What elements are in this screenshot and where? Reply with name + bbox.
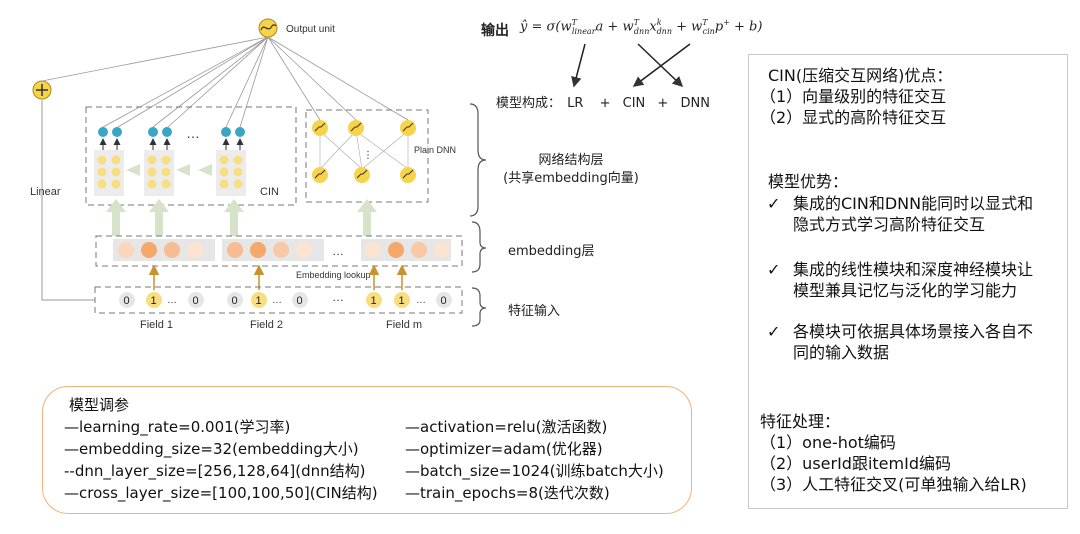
param-item: —embedding_size=32(embedding大小): [64, 440, 359, 458]
param-item: —cross_layer_size=[100,100,50](CIN结构): [64, 484, 378, 502]
lr-term: LR: [567, 96, 584, 111]
feature-point: （3）人工特征交叉(可单独输入给LR): [760, 475, 1027, 494]
hyperparameter-box: 模型调参 —learning_rate=0.001(学习率) —embeddin…: [42, 386, 692, 514]
formula-arrows: [571, 43, 691, 88]
feature-point: （1）one-hot编码: [760, 433, 896, 452]
svg-text:⋮: ⋮: [363, 150, 373, 161]
advantage-item: ✓ 集成的CIN和DNN能同时以显式和隐式方式学习高阶特征交互: [767, 194, 1034, 234]
param-item: --dnn_layer_size=[256,128,64](dnn结构): [64, 462, 366, 480]
tuning-title: 模型调参: [69, 396, 130, 414]
output-connections: [41, 36, 409, 128]
svg-text:0: 0: [193, 295, 199, 307]
plain-dnn-label: Plain DNN: [414, 145, 456, 155]
output-label: 输出: [481, 23, 509, 39]
svg-text:0: 0: [441, 295, 447, 307]
dnn-neurons: ⋮: [312, 120, 416, 183]
field2-values: 0 1 0 …: [227, 292, 308, 308]
cin-term: CIN: [622, 96, 646, 111]
feature-input-label: 特征输入: [508, 304, 561, 319]
model-composition-label: 模型构成：: [496, 96, 562, 111]
advantage-item: ✓ 各模块可依据具体场景接入各自不同的输入数据: [767, 322, 1034, 362]
check-icon: ✓: [767, 260, 781, 279]
fieldm-label: Field m: [386, 319, 422, 331]
embedding-vectors: [113, 239, 451, 261]
output-formula: ŷ = σ(wTlineara + wTdnnxkdnn + wTcinp+ +…: [520, 18, 763, 36]
cin-point: （1）向量级别的特征交互: [760, 87, 947, 106]
svg-text:…: …: [167, 295, 177, 306]
embedding-ellipsis: …: [332, 244, 344, 258]
cin-blocks: [94, 127, 246, 196]
feature-processing-title: 特征处理：: [760, 412, 841, 431]
check-icon: ✓: [767, 194, 781, 213]
model-composition: 模型构成： LR + CIN + DNN: [496, 96, 710, 111]
svg-text:0: 0: [124, 295, 130, 307]
svg-text:1: 1: [256, 295, 262, 307]
svg-text:1: 1: [371, 295, 377, 307]
cin-title: CIN(压缩交互网络)优点：: [768, 66, 953, 85]
advantages-panel: CIN(压缩交互网络)优点： （1）向量级别的特征交互 （2）显式的高阶特征交互…: [748, 54, 1068, 509]
check-icon: ✓: [767, 322, 781, 341]
linear-path: [41, 100, 95, 301]
linear-label: Linear: [30, 186, 61, 198]
output-unit: [258, 18, 278, 38]
field2-label: Field 2: [250, 319, 283, 331]
feature-point: （2）userId跟itemId编码: [760, 454, 951, 473]
cin-point: （2）显式的高阶特征交互: [760, 108, 947, 127]
advantage-item: ✓ 集成的线性模块和深度神经模块让模型兼具记忆与泛化的学习能力: [767, 260, 1034, 300]
xdeepfm-diagram: Output unit Linear CIN … Plain DNN ⋮ … E…: [30, 18, 691, 331]
dnn-term: DNN: [680, 96, 710, 111]
svg-text:…: …: [272, 295, 282, 306]
cin-label: CIN: [260, 186, 279, 198]
svg-text:0: 0: [297, 295, 303, 307]
svg-text:0: 0: [232, 295, 238, 307]
param-item: —batch_size=1024(训练batch大小): [405, 462, 664, 480]
advantages-title: 模型优势：: [768, 172, 849, 191]
svg-text:1: 1: [399, 295, 405, 307]
param-item: —learning_rate=0.001(学习率): [64, 418, 291, 436]
fieldm-values: 1 1 0 …: [366, 292, 452, 308]
param-item: —train_epochs=8(迭代次数): [405, 484, 610, 502]
output-unit-label: Output unit: [286, 24, 335, 35]
cin-ellipsis: …: [186, 125, 200, 141]
embedding-layer-label: embedding层: [508, 244, 595, 259]
sum-node-icon: [32, 80, 52, 100]
param-item: —activation=relu(激活函数): [405, 418, 608, 436]
embedding-lookup-label: Embedding lookup: [296, 270, 371, 280]
network-layer-label: 网络结构层 (共享embedding向量): [503, 153, 639, 186]
field1-label: Field 1: [140, 319, 173, 331]
param-item: —optimizer=adam(优化器): [405, 440, 603, 458]
svg-text:1: 1: [151, 295, 157, 307]
field1-values: 0 1 0 …: [119, 292, 204, 308]
input-ellipsis: …: [332, 290, 344, 304]
layer-braces: [469, 103, 487, 327]
svg-text:…: …: [416, 295, 426, 306]
